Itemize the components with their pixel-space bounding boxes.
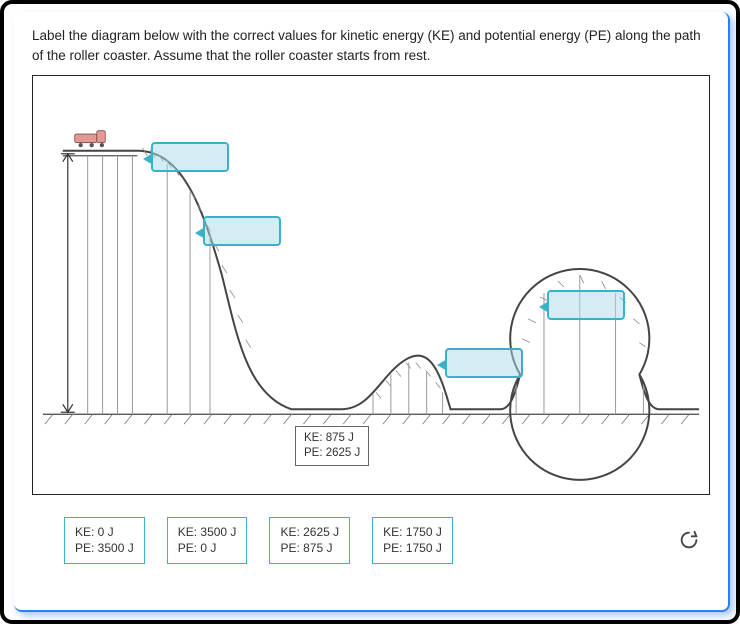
tile-ke: KE: 3500 J — [178, 524, 237, 540]
roller-coaster-diagram: KE: 875 J PE: 2625 J — [32, 75, 710, 495]
answer-tile-3[interactable]: KE: 1750 J PE: 1750 J — [372, 517, 453, 563]
outer-frame: Label the diagram below with the correct… — [0, 0, 740, 624]
pointer-icon — [143, 153, 153, 165]
answer-tile-1[interactable]: KE: 3500 J PE: 0 J — [167, 517, 248, 563]
question-card: Label the diagram below with the correct… — [14, 12, 730, 612]
roller-coaster-cart-icon — [73, 129, 107, 147]
tile-pe: PE: 1750 J — [383, 540, 442, 556]
tile-pe: PE: 3500 J — [75, 540, 134, 556]
track-svg — [33, 76, 709, 494]
tile-ke: KE: 0 J — [75, 524, 134, 540]
question-prompt: Label the diagram below with the correct… — [32, 26, 710, 65]
answer-tile-row: KE: 0 J PE: 3500 J KE: 3500 J PE: 0 J KE… — [32, 517, 710, 563]
tile-pe: PE: 0 J — [178, 540, 237, 556]
drop-slot-small-hill[interactable] — [445, 348, 523, 378]
placed-ke-line: KE: 875 J — [304, 431, 360, 446]
placed-pe-line: PE: 2625 J — [304, 446, 360, 461]
tile-pe: PE: 875 J — [280, 540, 339, 556]
answer-tile-0[interactable]: KE: 0 J PE: 3500 J — [64, 517, 145, 563]
tile-ke: KE: 1750 J — [383, 524, 442, 540]
tile-ke: KE: 2625 J — [280, 524, 339, 540]
pointer-icon — [195, 227, 205, 239]
placed-tile-bottom[interactable]: KE: 875 J PE: 2625 J — [295, 426, 369, 466]
drop-slot-top-hill[interactable] — [151, 142, 229, 172]
pointer-icon — [539, 301, 549, 313]
answer-tile-2[interactable]: KE: 2625 J PE: 875 J — [269, 517, 350, 563]
pointer-icon — [437, 359, 447, 371]
drop-slot-mid-hill[interactable] — [203, 216, 281, 246]
drop-slot-loop-top[interactable] — [547, 290, 625, 320]
reset-icon[interactable] — [678, 529, 700, 551]
